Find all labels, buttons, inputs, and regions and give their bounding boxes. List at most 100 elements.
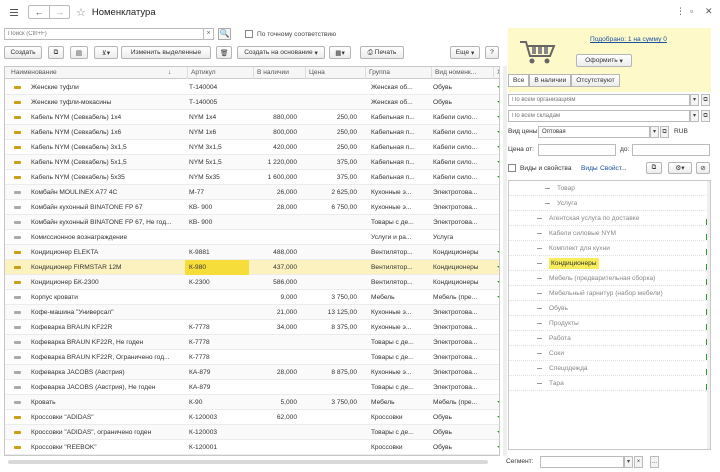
table-row[interactable]: Кровать К-90 5,000 3 750,00 Мебель Мебель (пр… [5, 395, 499, 410]
table-row[interactable]: Кофеварка JACOBS (Австрия) КА-879 28,000 8 … [5, 365, 499, 380]
exact-match-checkbox[interactable] [245, 30, 253, 38]
tree-item[interactable]: Кондиционеры [509, 256, 710, 271]
tree-item[interactable]: Тара [509, 376, 710, 391]
table-row[interactable]: Кофеварка BRAUN KF22R, Не годен К-7778 Тов… [5, 335, 499, 350]
table-row[interactable]: Кабель NYM (Севкабель) 1х4 NYM 1x4 880,000… [5, 110, 499, 125]
table-cell: Кухонные э... [371, 369, 412, 376]
column-header-article[interactable]: Артикул [187, 67, 253, 79]
properties-link[interactable]: Свойст... [600, 165, 627, 172]
price-type-open-icon[interactable]: ⧉ [660, 126, 669, 138]
tree-item[interactable]: Соки [509, 346, 710, 361]
tree-item[interactable]: Продукты [509, 316, 710, 331]
table-row[interactable]: Кондиционер ELEKTA К-9881 488,000 Вентилято… [5, 245, 499, 260]
table-cell: Услуги и ра... [371, 234, 412, 241]
table-row[interactable]: Кофеварка BRAUN KF22R К-7778 34,000 8 375,0… [5, 320, 499, 335]
tree-scrollbar[interactable] [707, 181, 710, 449]
tree-item[interactable]: Мебель (предварительная сборка) [509, 271, 710, 286]
more-actions-icon[interactable]: ⋮ [676, 6, 685, 17]
price-to-field[interactable] [632, 144, 710, 156]
maximize-icon[interactable]: ▫ [690, 6, 693, 16]
help-button[interactable]: ? [485, 46, 499, 59]
warehouse-open-icon[interactable]: ⧉ [701, 110, 710, 122]
kinds-link[interactable]: Виды [581, 165, 598, 172]
checkout-button[interactable]: Оформить ▾ [576, 54, 632, 67]
settings-button[interactable]: ⚙ ▾ [668, 162, 692, 174]
copy-filter-button[interactable]: ⧉ [646, 162, 662, 174]
reset-filter-button[interactable]: ⊘ [696, 162, 710, 174]
table-row[interactable]: Кабель NYM (Севкабель) 5х35 NYM 5x35 1 600… [5, 170, 499, 185]
sort-arrow-icon[interactable]: ↓ [165, 67, 175, 79]
print-button[interactable]: ⎙ Печать [360, 46, 404, 59]
filter-button[interactable]: ⊻ ▾ [94, 46, 118, 59]
table-row[interactable]: Комбайн MOULINEX A77 4C М-77 26,000 2 625,0… [5, 185, 499, 200]
table-row[interactable]: Комбайн кухонный BINATONE FP 67 КВ- 900 28… [5, 200, 499, 215]
table-row[interactable]: Женские туфли-мокасины Т-140005 Женская об… [5, 95, 499, 110]
selected-summary-link[interactable]: Подобрано: 1 на сумму 0 [590, 36, 667, 43]
table-row[interactable]: Женские туфли Т-140004 Женская об... Обувь [5, 80, 499, 95]
price-type-dropdown-icon[interactable]: ▾ [650, 126, 659, 138]
table-row[interactable]: Комбайн кухонный BINATONE FP 67, Не год.… [5, 215, 499, 230]
table-row[interactable]: Кроссовки "REEBOK" К-120001 Кроссовки Обувь [5, 440, 499, 455]
table-row[interactable]: Кофеварка JACOBS (Австрия), Не годен КА-8… [5, 380, 499, 395]
segment-select-button[interactable]: ... [650, 456, 659, 468]
column-header-group[interactable]: Группа [365, 67, 431, 79]
menu-icon[interactable] [6, 5, 22, 19]
tree-item[interactable]: Мебельный гарнитур (набор мебели) [509, 286, 710, 301]
column-header-stock[interactable]: В наличии [253, 67, 305, 79]
table-vertical-scrollbar[interactable] [503, 66, 507, 456]
column-header-price[interactable]: Цена [305, 67, 365, 79]
organization-dropdown-icon[interactable]: ▾ [690, 94, 699, 106]
table-row[interactable]: Комиссионное вознаграждение Услуги и ра..… [5, 230, 499, 245]
create-button[interactable]: Создать [4, 46, 42, 59]
price-type-field[interactable]: Оптовая [538, 126, 650, 138]
tree-item[interactable]: Услуга [509, 196, 710, 211]
table-row[interactable]: Кондиционер БК-2300 К-2300 586,000 Вентилят… [5, 275, 499, 290]
table-row[interactable]: Кофеварка BRAUN KF22R, Ограничено год...… [5, 350, 499, 365]
tree-item[interactable]: Спецодежда [509, 361, 710, 376]
price-from-field[interactable] [538, 144, 616, 156]
search-button[interactable]: 🔍 [218, 28, 231, 40]
close-icon[interactable]: ✕ [705, 6, 713, 17]
tree-item[interactable]: Агентская услуга по доставке [509, 211, 710, 226]
delete-button[interactable]: 🗑 [216, 46, 232, 59]
tab-all[interactable]: Все [508, 74, 530, 87]
table-horizontal-scrollbar[interactable] [8, 460, 488, 464]
tree-item[interactable]: Кабели силовые NYM [509, 226, 710, 241]
tab-out-of-stock[interactable]: Отсутствуют [571, 74, 620, 87]
column-header-characteristic[interactable]: Ха [493, 67, 499, 79]
tree-item[interactable]: Работа [509, 331, 710, 346]
table-row[interactable]: Кроссовки "ADIDAS", ограничено годен К-12… [5, 425, 499, 440]
column-header-kind[interactable]: Вид номенк... [431, 67, 493, 79]
more-button[interactable]: Еще ▾ [450, 46, 480, 59]
back-button[interactable]: ← [29, 6, 49, 18]
search-input[interactable] [4, 28, 204, 40]
tab-in-stock[interactable]: В наличии [529, 74, 572, 87]
table-row[interactable]: Кондиционер FIRMSTAR 12M К-980 437,000 Вент… [5, 260, 499, 275]
warehouse-field[interactable] [508, 110, 690, 122]
segment-clear-icon[interactable]: × [634, 456, 643, 468]
table-row[interactable]: Корпус кровати 9,000 3 750,00 Мебель Мебель … [5, 290, 499, 305]
table-row[interactable]: Кабель NYM (Севкабель) 3х1,5 NYM 3x1,5 420… [5, 140, 499, 155]
segment-field[interactable] [540, 456, 624, 468]
tree-item[interactable]: Товар [509, 181, 710, 196]
table-row[interactable]: Кроссовки "ADIDAS" К-120003 62,000 Кроссовк… [5, 410, 499, 425]
table-row[interactable]: Кофе-машина "Универсал" 21,000 13 125,00 Ку… [5, 305, 499, 320]
tree-item[interactable]: Комплект для кухни [509, 241, 710, 256]
segment-dropdown-icon[interactable]: ▾ [624, 456, 633, 468]
column-header-name[interactable]: Наименование [5, 67, 170, 79]
edit-selected-button[interactable]: Изменить выделенные [121, 46, 211, 59]
organization-open-icon[interactable]: ⧉ [701, 94, 710, 106]
hierarchy-button[interactable]: ▤ [70, 46, 88, 59]
kinds-properties-checkbox[interactable] [508, 164, 516, 172]
copy-button[interactable]: ⧉ [48, 46, 64, 59]
forward-button[interactable]: → [49, 6, 69, 18]
organization-field[interactable] [508, 94, 690, 106]
table-row[interactable]: Кабель NYM (Севкабель) 1х6 NYM 1x6 800,000… [5, 125, 499, 140]
tree-item[interactable]: Обувь [509, 301, 710, 316]
report-button[interactable]: ▦ ▾ [329, 46, 351, 59]
warehouse-dropdown-icon[interactable]: ▾ [690, 110, 699, 122]
table-row[interactable]: Кабель NYM (Севкабель) 5х1,5 NYM 5x1,5 1 … [5, 155, 499, 170]
favorite-star-icon[interactable]: ☆ [76, 6, 86, 19]
create-based-on-button[interactable]: Создать на основание ▾ [237, 46, 325, 59]
search-clear-icon[interactable]: × [204, 28, 214, 40]
